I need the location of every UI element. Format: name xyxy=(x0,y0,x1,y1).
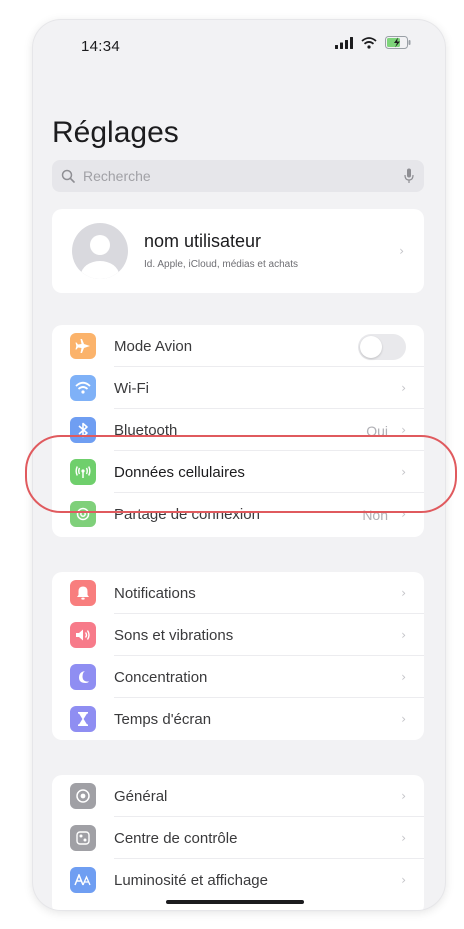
notifications-group: Notifications › Sons et vibrations › Con… xyxy=(52,572,424,740)
status-icons xyxy=(335,36,411,49)
row-label: Centre de contrôle xyxy=(114,830,238,847)
avatar xyxy=(72,223,128,279)
row-wifi[interactable]: Wi-Fi › xyxy=(52,367,424,409)
brightness-icon xyxy=(70,867,96,893)
chevron-right-icon: › xyxy=(401,670,406,684)
chevron-right-icon: › xyxy=(401,831,406,845)
general-group: Général › Centre de contrôle › Luminosit… xyxy=(52,775,424,910)
profile-subtitle: Id. Apple, iCloud, médias et achats xyxy=(144,259,298,270)
search-input[interactable] xyxy=(81,167,385,185)
bell-icon xyxy=(70,580,96,606)
airplane-mode-toggle[interactable] xyxy=(358,334,406,360)
status-time: 14:34 xyxy=(81,38,121,55)
chevron-right-icon: › xyxy=(401,789,406,803)
home-indicator xyxy=(166,900,304,904)
row-label: Général xyxy=(114,788,168,805)
row-general[interactable]: Général › xyxy=(52,775,424,817)
toggle-knob xyxy=(360,336,382,358)
row-control-center[interactable]: Centre de contrôle › xyxy=(52,817,424,859)
row-focus[interactable]: Concentration › xyxy=(52,656,424,698)
row-display-brightness[interactable]: Luminosité et affichage › xyxy=(52,859,424,901)
chevron-right-icon: › xyxy=(401,628,406,642)
chevron-right-icon: › xyxy=(401,873,406,887)
control-center-icon xyxy=(70,825,96,851)
wifi-icon xyxy=(70,375,96,401)
wifi-status-icon xyxy=(361,36,377,49)
chevron-right-icon: › xyxy=(401,586,406,600)
airplane-icon xyxy=(70,333,96,359)
speaker-icon xyxy=(70,622,96,648)
microphone-icon[interactable] xyxy=(404,168,414,184)
row-label: Temps d'écran xyxy=(114,711,212,728)
signal-icon xyxy=(335,36,353,49)
row-sounds[interactable]: Sons et vibrations › xyxy=(52,614,424,656)
hourglass-icon xyxy=(70,706,96,732)
row-label: Wi-Fi xyxy=(114,380,149,397)
chevron-right-icon: › xyxy=(401,712,406,726)
row-label: Mode Avion xyxy=(114,338,193,355)
search-bar[interactable] xyxy=(52,160,424,192)
row-label: Luminosité et affichage xyxy=(114,872,268,889)
row-label: Concentration xyxy=(114,669,208,686)
row-label: Sons et vibrations xyxy=(114,627,234,644)
profile-name: nom utilisateur xyxy=(144,231,262,251)
apple-id-card[interactable]: nom utilisateur Id. Apple, iCloud, média… xyxy=(52,209,424,293)
highlight-ellipse xyxy=(25,435,457,513)
chevron-right-icon: › xyxy=(399,244,404,258)
search-icon xyxy=(61,169,75,183)
moon-icon xyxy=(70,664,96,690)
gear-icon xyxy=(70,783,96,809)
row-label: Notifications xyxy=(114,585,196,602)
row-notifications[interactable]: Notifications › xyxy=(52,572,424,614)
page-title: Réglages xyxy=(52,116,179,149)
chevron-right-icon: › xyxy=(401,381,406,395)
status-bar: 14:34 xyxy=(33,20,445,70)
row-airplane-mode[interactable]: Mode Avion xyxy=(52,325,424,367)
row-screen-time[interactable]: Temps d'écran › xyxy=(52,698,424,740)
battery-charging-icon xyxy=(385,36,411,49)
